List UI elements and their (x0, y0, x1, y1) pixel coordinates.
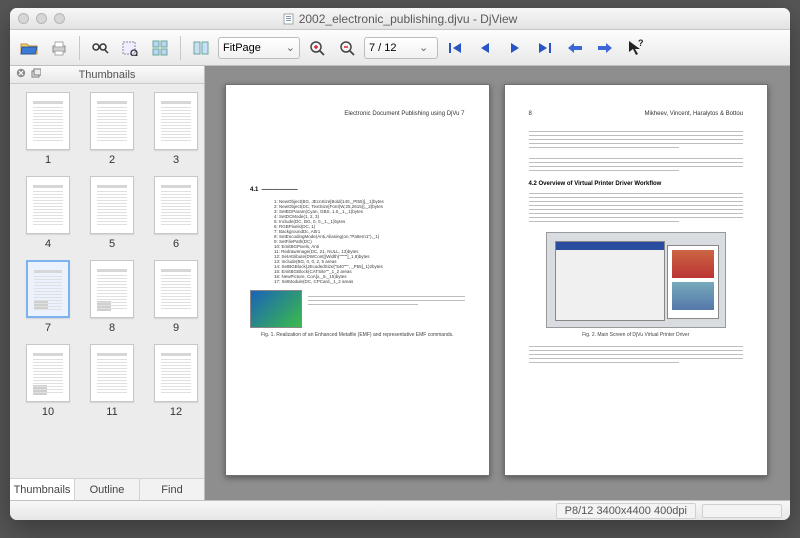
figure-1-image (250, 290, 302, 328)
chevron-down-icon: ⌄ (286, 41, 295, 54)
close-panel-icon[interactable] (16, 68, 26, 81)
thumbnail-page[interactable]: 8 (88, 260, 136, 334)
sidebar-tabs: Thumbnails Outline Find (10, 478, 204, 500)
app-window: 2002_electronic_publishing.djvu - DjView… (10, 8, 790, 520)
next-page-button[interactable] (502, 36, 528, 60)
close-window-button[interactable] (18, 13, 29, 24)
figure-1-caption: Fig. 1. Realization of an Enhanced Metaf… (250, 332, 465, 338)
thumbnail-page[interactable]: 4 (24, 176, 72, 250)
thumbnail-page[interactable]: 7 (24, 260, 72, 334)
thumbnail-page[interactable]: 6 (152, 176, 200, 250)
running-head-authors: Mikheev, Vincent, Haralytos & Bottou (645, 111, 744, 117)
thumbnail-page[interactable]: 11 (88, 344, 136, 418)
zoom-window-button[interactable] (54, 13, 65, 24)
nav-back-button[interactable] (562, 36, 588, 60)
zoom-mode-value: FitPage (223, 42, 261, 54)
thumbnail-page[interactable]: 12 (152, 344, 200, 418)
status-empty-cell (702, 504, 782, 518)
section-heading: 4.2 Overview of Virtual Printer Driver W… (529, 181, 744, 187)
svg-text:?: ? (638, 39, 644, 48)
tab-thumbnails[interactable]: Thumbnails (10, 479, 75, 500)
body-text (529, 193, 744, 222)
sidebar-header: Thumbnails (10, 66, 204, 84)
thumbnail-page[interactable]: 2 (88, 92, 136, 166)
thumbnail-label: 1 (24, 154, 72, 166)
window-controls (18, 13, 65, 24)
first-page-button[interactable] (442, 36, 468, 60)
minimize-window-button[interactable] (36, 13, 47, 24)
body-text (529, 131, 744, 148)
body-text (529, 346, 744, 363)
thumbnail-page[interactable]: 10 (24, 344, 72, 418)
thumbnail-grid[interactable]: 123456789101112 (10, 84, 204, 478)
chevron-down-icon: ⌄ (419, 41, 428, 54)
running-head: Electronic Document Publishing using DjV… (344, 111, 464, 117)
page-select[interactable]: ⌄ (364, 37, 438, 59)
side-by-side-button[interactable] (188, 36, 214, 60)
page-spread: Electronic Document Publishing using DjV… (225, 84, 768, 476)
toolbar: FitPage ⌄ ⌄ (10, 30, 790, 66)
zoom-out-button[interactable] (334, 36, 360, 60)
nav-forward-button[interactable] (592, 36, 618, 60)
tab-outline[interactable]: Outline (75, 479, 140, 500)
thumbnail-page[interactable]: 5 (88, 176, 136, 250)
page-right: 8 Mikheev, Vincent, Haralytos & Bottou 4… (504, 84, 769, 476)
figure-1 (250, 290, 465, 328)
thumbnail-label: 8 (88, 322, 136, 334)
figure-2-caption: Fig. 2. Main Screen of DjVu Virtual Prin… (529, 332, 744, 338)
running-head-pagenum: 8 (529, 111, 532, 117)
whats-this-button[interactable]: ? (622, 36, 648, 60)
body-text (529, 158, 744, 171)
thumbnail-label: 5 (88, 238, 136, 250)
zoom-mode-select[interactable]: FitPage ⌄ (218, 37, 300, 59)
thumbnail-page[interactable]: 1 (24, 92, 72, 166)
window-title: 2002_electronic_publishing.djvu - DjView (10, 12, 790, 26)
thumbnail-label: 4 (24, 238, 72, 250)
select-tool-button[interactable] (117, 36, 143, 60)
continuous-layout-button[interactable] (147, 36, 173, 60)
sidebar: Thumbnails 123456789101112 Thumbnails Ou… (10, 66, 205, 500)
print-button[interactable] (46, 36, 72, 60)
body: Thumbnails 123456789101112 Thumbnails Ou… (10, 66, 790, 500)
thumbnail-label: 9 (152, 322, 200, 334)
thumbnail-label: 12 (152, 406, 200, 418)
thumbnail-page[interactable]: 3 (152, 92, 200, 166)
open-file-button[interactable] (16, 36, 42, 60)
document-icon (283, 13, 295, 25)
page-viewer[interactable]: Electronic Document Publishing using DjV… (205, 66, 790, 500)
last-page-button[interactable] (532, 36, 558, 60)
undock-panel-icon[interactable] (31, 68, 41, 81)
find-text-button[interactable] (87, 36, 113, 60)
zoom-in-button[interactable] (304, 36, 330, 60)
thumbnail-label: 11 (88, 406, 136, 418)
status-page-info: P8/12 3400x4400 400dpi (556, 503, 696, 519)
statusbar: P8/12 3400x4400 400dpi (10, 500, 790, 520)
titlebar: 2002_electronic_publishing.djvu - DjView (10, 8, 790, 30)
page-left: Electronic Document Publishing using DjV… (225, 84, 490, 476)
thumbnail-page[interactable]: 9 (152, 260, 200, 334)
page-input[interactable] (369, 42, 415, 54)
thumbnail-label: 10 (24, 406, 72, 418)
prev-page-button[interactable] (472, 36, 498, 60)
code-listing: 1: NewObject(BG, JEcnSize[Bold(140,_Pt55… (274, 199, 465, 284)
thumbnail-label: 3 (152, 154, 200, 166)
figure-2-image (546, 232, 726, 328)
thumbnail-label: 2 (88, 154, 136, 166)
thumbnail-label: 6 (152, 238, 200, 250)
section-number: 4.1 —————— (250, 187, 465, 193)
thumbnail-label: 7 (24, 322, 72, 334)
tab-find[interactable]: Find (140, 479, 204, 500)
